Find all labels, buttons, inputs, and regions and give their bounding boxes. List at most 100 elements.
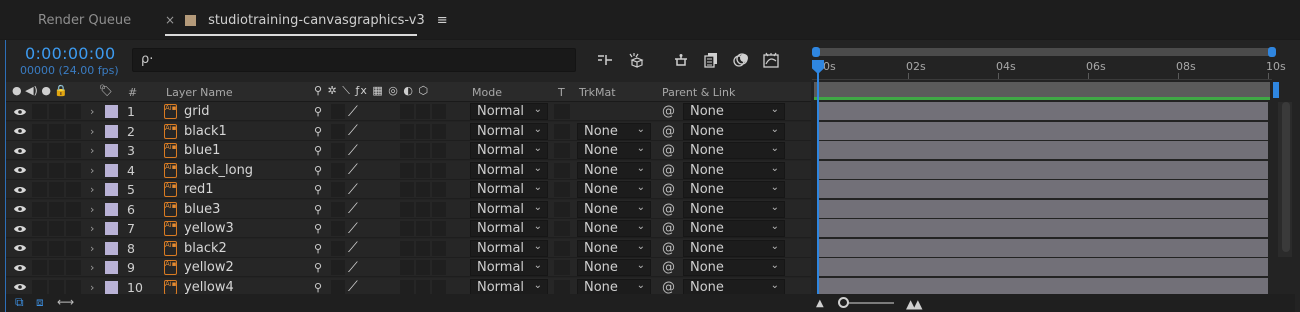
layer-duration-bar[interactable] xyxy=(818,102,1268,120)
graph-editor-icon[interactable] xyxy=(756,49,786,71)
blend-mode-dropdown[interactable]: Normal ⌄ xyxy=(470,161,548,179)
pickwhip-icon[interactable]: @ xyxy=(662,161,675,180)
effects-switch[interactable] xyxy=(400,162,414,178)
collapse-switch[interactable] xyxy=(331,221,345,236)
pickwhip-icon[interactable]: @ xyxy=(662,102,675,121)
motion-blur-switch[interactable] xyxy=(432,201,446,217)
eye-icon[interactable] xyxy=(12,200,28,219)
layer-name[interactable]: yellow4 xyxy=(184,278,234,296)
layer-duration-bar[interactable] xyxy=(818,141,1268,159)
pickwhip-icon[interactable]: @ xyxy=(662,180,675,199)
audio-toggle[interactable] xyxy=(32,240,47,256)
layer-name[interactable]: black2 xyxy=(184,239,227,258)
pickwhip-icon[interactable]: @ xyxy=(662,219,675,238)
close-icon[interactable]: × xyxy=(165,13,175,27)
collapse-switch[interactable] xyxy=(331,240,345,256)
solo-toggle[interactable] xyxy=(49,221,64,236)
blend-mode-dropdown[interactable]: Normal ⌄ xyxy=(470,259,548,276)
zoom-slider-knob[interactable] xyxy=(838,297,849,308)
layer-duration-bar[interactable] xyxy=(818,121,1268,140)
collapse-switch[interactable] xyxy=(331,182,345,197)
audio-toggle[interactable] xyxy=(32,260,47,275)
expand-chevron-icon[interactable]: › xyxy=(90,180,94,199)
layer-name[interactable]: blue3 xyxy=(184,200,220,219)
track-matte-dropdown[interactable]: None ⌄ xyxy=(577,220,651,237)
solo-toggle[interactable] xyxy=(49,162,64,178)
expand-chevron-icon[interactable]: › xyxy=(90,258,94,277)
label-color-swatch[interactable] xyxy=(105,222,118,235)
label-color-swatch[interactable] xyxy=(105,124,118,138)
lock-toggle[interactable] xyxy=(66,260,81,275)
layer-name[interactable]: black1 xyxy=(184,122,227,141)
effects-switch[interactable] xyxy=(400,260,414,275)
expand-chevron-icon[interactable]: › xyxy=(90,161,94,180)
eye-icon[interactable] xyxy=(12,239,28,258)
work-area-end-handle[interactable] xyxy=(1273,82,1279,98)
label-color-swatch[interactable] xyxy=(105,202,118,216)
tab-render-queue[interactable]: Render Queue xyxy=(38,0,131,40)
pickwhip-icon[interactable]: @ xyxy=(662,278,675,296)
track-matte-dropdown[interactable]: None ⌄ xyxy=(577,181,651,198)
layer-name-column-header[interactable]: Layer Name xyxy=(166,86,233,99)
parent-dropdown[interactable]: None ⌄ xyxy=(683,181,785,198)
solo-toggle[interactable] xyxy=(49,260,64,275)
layer-row[interactable]: › 9 Ai▪ yellow2 ⚲ ⟋ Normal ⌄ None ⌄ @ None… xyxy=(6,258,811,277)
pickwhip-icon[interactable]: @ xyxy=(662,239,675,258)
effects-switch[interactable] xyxy=(400,104,414,119)
parent-dropdown[interactable]: None ⌄ xyxy=(683,122,785,140)
expand-chevron-icon[interactable]: › xyxy=(90,102,94,121)
layer-name[interactable]: red1 xyxy=(184,180,214,199)
layer-name[interactable]: grid xyxy=(184,102,209,121)
parent-dropdown[interactable]: None ⌄ xyxy=(683,200,785,218)
quality-switch-icon[interactable]: ⟋ xyxy=(348,278,358,295)
layer-row[interactable]: › 10 Ai▪ yellow4 ⚲ ⟋ Normal ⌄ None ⌄ @ Non… xyxy=(6,277,811,296)
shy-switch-icon[interactable]: ⚲ xyxy=(314,258,322,277)
layer-switches-icons[interactable]: ⚲ ✲ ⟍ ƒx ▦ ◎ ◐ ⬡ xyxy=(314,84,429,98)
motion-blur-icon[interactable] xyxy=(726,49,756,71)
time-navigator-start-handle[interactable] xyxy=(812,47,820,57)
comp-mini-flowchart-icon[interactable] xyxy=(590,49,620,71)
parent-link-column-header[interactable]: Parent & Link xyxy=(662,86,735,99)
parent-dropdown[interactable]: None ⌄ xyxy=(683,259,785,276)
shy-switch-icon[interactable]: ⚲ xyxy=(314,180,322,199)
audio-toggle[interactable] xyxy=(32,221,47,236)
eye-icon[interactable] xyxy=(12,258,28,277)
layer-row[interactable]: › 2 Ai▪ black1 ⚲ ⟋ Normal ⌄ None ⌄ @ None ⌄ xyxy=(6,121,811,141)
shy-switch-icon[interactable]: ⚲ xyxy=(314,161,322,180)
label-color-swatch[interactable] xyxy=(105,144,118,157)
vertical-scrollbar-thumb[interactable] xyxy=(1282,102,1290,252)
solo-toggle[interactable] xyxy=(49,143,64,158)
layer-name[interactable]: blue1 xyxy=(184,141,220,160)
pickwhip-icon[interactable]: @ xyxy=(662,258,675,277)
preserve-transparency-toggle[interactable] xyxy=(554,221,570,236)
preserve-transparency-toggle[interactable] xyxy=(554,240,570,256)
frame-blend-switch[interactable] xyxy=(416,182,430,197)
preserve-transparency-toggle[interactable] xyxy=(554,123,570,139)
layer-duration-bar[interactable] xyxy=(818,199,1268,218)
audio-toggle[interactable] xyxy=(32,279,47,295)
trkmat-column-header[interactable]: TrkMat xyxy=(579,86,616,99)
lock-toggle[interactable] xyxy=(66,104,81,119)
solo-toggle[interactable] xyxy=(49,123,64,139)
blend-mode-dropdown[interactable]: Normal ⌄ xyxy=(470,122,548,140)
frame-blend-switch[interactable] xyxy=(416,143,430,158)
shy-switch-icon[interactable]: ⚲ xyxy=(314,102,322,121)
audio-toggle[interactable] xyxy=(32,182,47,197)
parent-dropdown[interactable]: None ⌄ xyxy=(683,161,785,179)
layer-name[interactable]: black_long xyxy=(184,161,253,180)
frame-blend-switch[interactable] xyxy=(416,279,430,295)
expand-chevron-icon[interactable]: › xyxy=(90,141,94,160)
layer-duration-bar[interactable] xyxy=(818,180,1268,198)
lock-toggle[interactable] xyxy=(66,201,81,217)
collapse-switch[interactable] xyxy=(331,104,345,119)
effects-switch[interactable] xyxy=(400,279,414,295)
quality-switch-icon[interactable]: ⟋ xyxy=(348,200,358,219)
solo-toggle[interactable] xyxy=(49,104,64,119)
lock-toggle[interactable] xyxy=(66,182,81,197)
frame-blend-switch[interactable] xyxy=(416,162,430,178)
track-matte-dropdown[interactable]: None ⌄ xyxy=(577,122,651,140)
solo-toggle[interactable] xyxy=(49,240,64,256)
frame-blend-switch[interactable] xyxy=(416,201,430,217)
collapse-switch[interactable] xyxy=(331,279,345,295)
preserve-transparency-toggle[interactable] xyxy=(554,162,570,178)
